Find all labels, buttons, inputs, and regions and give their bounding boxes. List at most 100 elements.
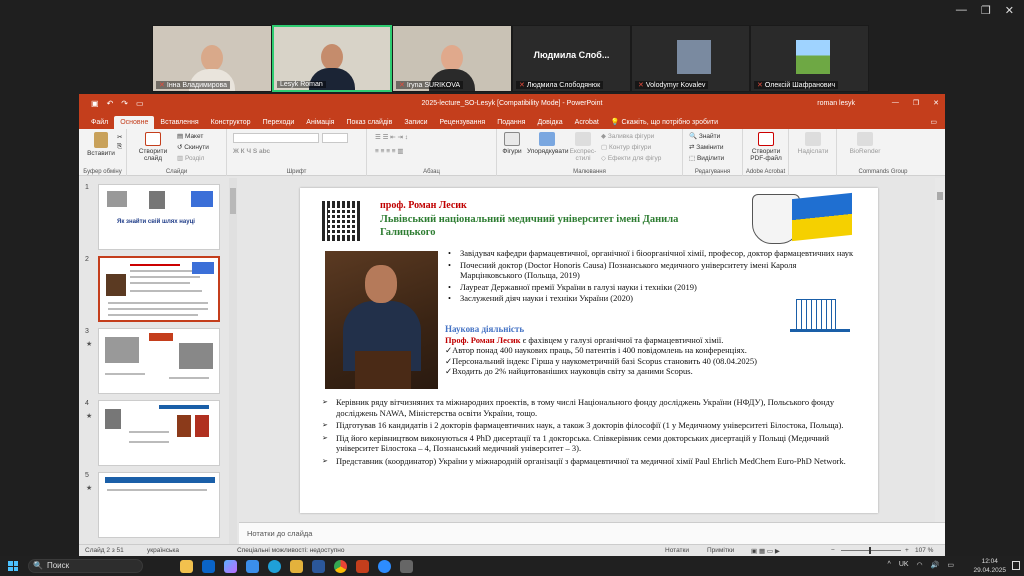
- thumbnail-row[interactable]: 3 ★: [83, 328, 223, 394]
- volume-icon[interactable]: 🔊: [931, 561, 940, 569]
- chrome-icon[interactable]: [334, 560, 347, 573]
- participant-tile[interactable]: ✕ Iryna SURIKOVA: [392, 25, 512, 92]
- user-name[interactable]: roman lesyk: [817, 100, 855, 107]
- thumbnail-scrollbar[interactable]: [229, 178, 237, 544]
- outlook-icon[interactable]: [202, 560, 215, 573]
- arrange-button[interactable]: Упорядкувати: [527, 132, 568, 155]
- shapes-button[interactable]: Фігури: [499, 132, 525, 155]
- tab-help[interactable]: Довідка: [531, 116, 568, 129]
- zoom-slider[interactable]: [841, 547, 901, 554]
- tell-me-search[interactable]: 💡 Скажіть, що потрібно зробити: [605, 115, 724, 129]
- tab-record[interactable]: Записи: [398, 116, 433, 129]
- tab-review[interactable]: Рецензування: [434, 116, 492, 129]
- tab-acrobat[interactable]: Acrobat: [569, 116, 605, 129]
- slide-thumbnail[interactable]: [98, 400, 220, 466]
- arrange-icon: [539, 132, 555, 146]
- reset-button[interactable]: ↺ Скинути: [177, 143, 209, 151]
- accessibility-status[interactable]: Спеціальні можливості: недоступно: [237, 547, 344, 554]
- slide-thumbnail[interactable]: Як знайти свій шлях науці: [98, 184, 220, 250]
- slide-canvas[interactable]: проф. Роман Лесик Львівський національни…: [300, 188, 878, 513]
- thumbnail-row[interactable]: 5 ★: [83, 472, 223, 538]
- tray-chevron-icon[interactable]: ^: [888, 561, 891, 569]
- align-icon[interactable]: ≡ ≡ ≡ ≡ ▥: [375, 147, 404, 155]
- participant-tile[interactable]: ✕ Volodymyr Kovalev: [631, 25, 750, 92]
- tab-view[interactable]: Подання: [491, 116, 531, 129]
- slide-thumbnail[interactable]: [98, 328, 220, 394]
- participant-tile[interactable]: ✕ Олексій Шафранович: [750, 25, 869, 92]
- slide-thumbnail-selected[interactable]: [98, 256, 220, 322]
- folder-icon[interactable]: [290, 560, 303, 573]
- slide-thumbnail[interactable]: [98, 472, 220, 538]
- minimize-icon[interactable]: —: [892, 99, 899, 107]
- notification-icon[interactable]: [1012, 561, 1020, 570]
- new-slide-label: Створити слайд: [138, 148, 168, 162]
- close-icon[interactable]: ✕: [933, 99, 939, 107]
- mic-muted-icon: ✕: [159, 82, 165, 89]
- minimize-icon[interactable]: —: [956, 4, 967, 17]
- shape-outline-button[interactable]: ▢ Контур фігури: [601, 143, 651, 151]
- new-slide-button[interactable]: Створити слайд: [133, 132, 173, 162]
- find-button[interactable]: 🔍 Знайти: [689, 132, 720, 140]
- biorender-button[interactable]: BioRender: [841, 132, 889, 155]
- tab-slideshow[interactable]: Показ слайдів: [340, 116, 398, 129]
- shape-fill-button[interactable]: ◆ Заливка фігури: [601, 132, 654, 140]
- zoom-icon[interactable]: [378, 560, 391, 573]
- animation-star-icon: ★: [86, 341, 93, 348]
- create-pdf-button[interactable]: Створити PDF-файл: [746, 132, 786, 162]
- zoom-out-icon[interactable]: −: [831, 547, 835, 554]
- windows-start-icon[interactable]: [8, 561, 18, 571]
- tab-home[interactable]: Основне: [114, 116, 155, 129]
- tab-transitions[interactable]: Переходи: [257, 116, 301, 129]
- keyboard-language[interactable]: UK: [899, 561, 909, 569]
- notes-toggle[interactable]: Нотатки: [665, 547, 689, 554]
- font-size-box[interactable]: [322, 133, 348, 143]
- clock[interactable]: 12:04 29.04.2025: [973, 557, 1006, 575]
- notes-pane[interactable]: Нотатки до слайда: [239, 522, 945, 544]
- tab-insert[interactable]: Вставлення: [154, 116, 204, 129]
- copy-icon[interactable]: ⎘: [117, 143, 122, 151]
- video-strip: ✕ Інна Владимирова Lesyk Roman ✕ Iryna SUR…: [152, 25, 870, 92]
- wifi-icon[interactable]: ◠: [917, 561, 923, 569]
- app-icon[interactable]: [400, 560, 413, 573]
- participant-tile[interactable]: ✕ Інна Владимирова: [152, 25, 272, 92]
- comments-toggle[interactable]: Примітки: [707, 547, 734, 554]
- tab-design[interactable]: Конструктор: [205, 116, 257, 129]
- font-name-box[interactable]: [233, 133, 319, 143]
- restore-icon[interactable]: ❐: [913, 99, 919, 107]
- restore-icon[interactable]: ❐: [981, 4, 991, 17]
- cut-icon[interactable]: ✂: [117, 133, 122, 141]
- thumbnail-row[interactable]: 1 Як знайти свій шлях науці: [83, 184, 223, 250]
- edge-icon[interactable]: [268, 560, 281, 573]
- achievement-item: ✓Автор понад 400 наукових праць, 50 пате…: [445, 345, 747, 355]
- zoom-level[interactable]: 107 %: [915, 547, 933, 554]
- shape-effects-button[interactable]: ◇ Ефекти для фігур: [601, 154, 661, 162]
- file-explorer-icon[interactable]: [180, 560, 193, 573]
- bold-button[interactable]: Ж К Ч S abc: [233, 148, 270, 155]
- zoom-in-icon[interactable]: +: [905, 547, 909, 554]
- language-indicator[interactable]: українська: [147, 547, 179, 554]
- thumbnail-row[interactable]: 2: [83, 256, 223, 322]
- comments-icon[interactable]: ▭: [930, 118, 937, 129]
- bullets-icon[interactable]: ☰ ☰ ⇤ ⇥ ↕: [375, 133, 408, 141]
- view-normal-icon[interactable]: ▣ ▦ ▭ ▶: [751, 547, 780, 555]
- thumbnail-row[interactable]: 4 ★: [83, 400, 223, 466]
- close-icon[interactable]: ✕: [1005, 4, 1014, 17]
- participant-tile[interactable]: Людмила Слоб... ✕ Людмила Слободянюк: [512, 25, 631, 92]
- taskbar-search[interactable]: 🔍 Поиск: [28, 559, 143, 573]
- quick-styles-button[interactable]: Експрес-стилі: [569, 132, 597, 162]
- tab-file[interactable]: Файл: [85, 116, 114, 129]
- select-button[interactable]: ⬚ Виділити: [689, 154, 724, 162]
- store-icon[interactable]: [246, 560, 259, 573]
- powerpoint-icon[interactable]: [356, 560, 369, 573]
- send-button[interactable]: Надіслати: [793, 132, 833, 155]
- copilot-icon[interactable]: [224, 560, 237, 573]
- participant-tile-active[interactable]: Lesyk Roman: [272, 25, 392, 92]
- section-button[interactable]: ▥ Розділ: [177, 154, 204, 162]
- editor-scrollbar[interactable]: [935, 178, 945, 522]
- word-icon[interactable]: [312, 560, 325, 573]
- paste-button[interactable]: Вставити: [85, 132, 117, 157]
- layout-button[interactable]: ▤ Макет: [177, 132, 203, 140]
- replace-button[interactable]: ⇄ Замінити: [689, 143, 724, 151]
- tab-animations[interactable]: Анімація: [300, 116, 340, 129]
- battery-icon[interactable]: ▭: [947, 561, 954, 569]
